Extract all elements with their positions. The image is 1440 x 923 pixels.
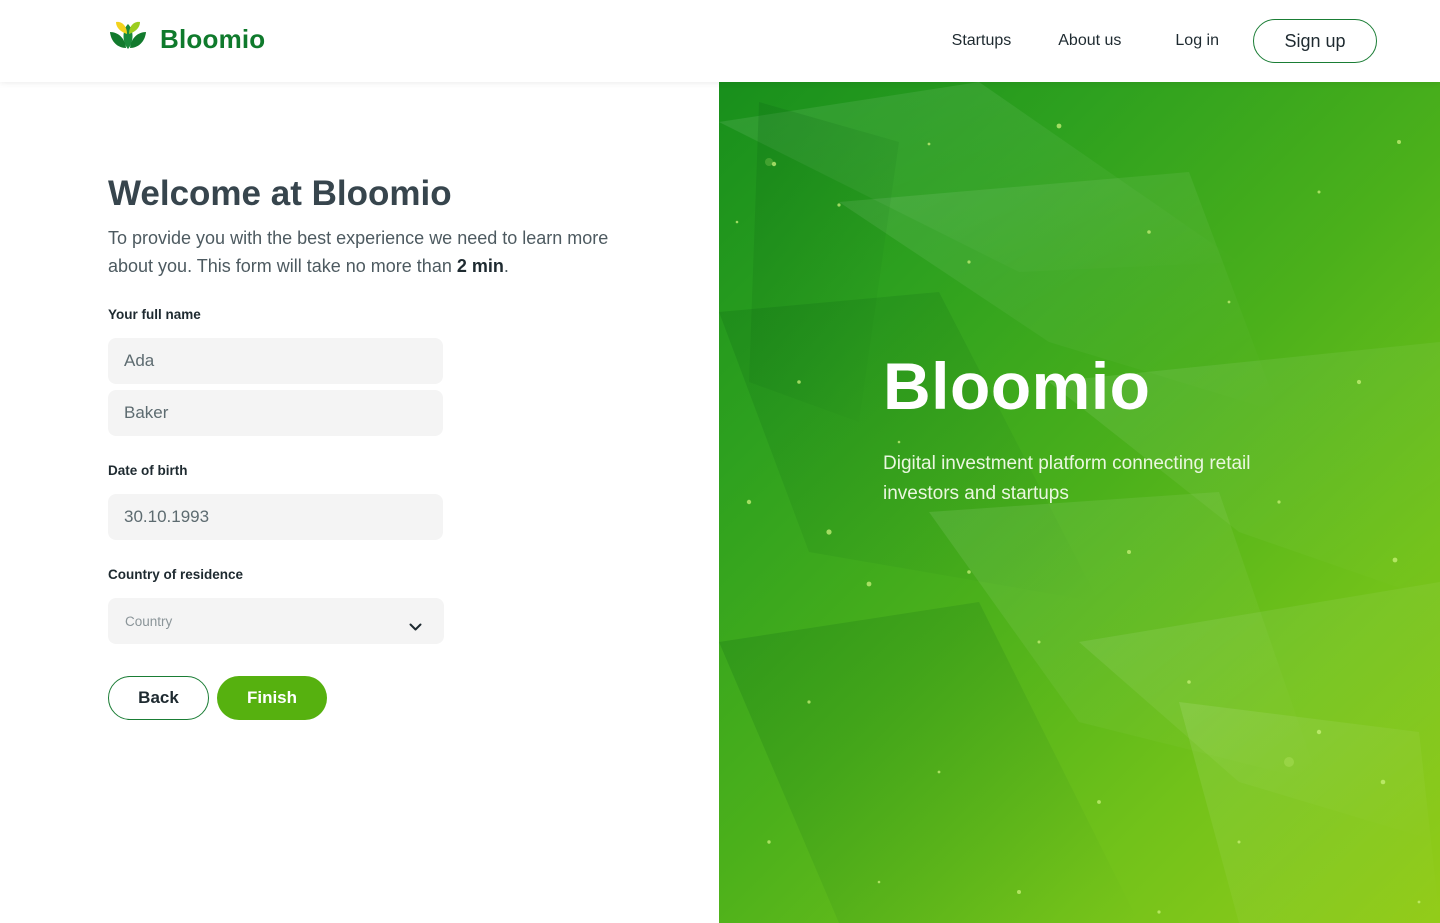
date-of-birth-label: Date of birth — [108, 463, 188, 478]
last-name-input[interactable] — [108, 390, 443, 436]
finish-button[interactable]: Finish — [217, 676, 327, 720]
nav-startups-link[interactable]: Startups — [952, 32, 1012, 50]
subtitle-time: 2 min — [456, 256, 504, 276]
nav-login-link[interactable]: Log in — [1175, 32, 1219, 50]
back-button[interactable]: Back — [108, 676, 209, 720]
brand-name: Bloomio — [160, 23, 266, 54]
hero-panel: Bloomio Digital investment platform conn… — [719, 82, 1440, 923]
form-subtitle: To provide you with the best experience … — [108, 224, 638, 280]
date-of-birth-input[interactable] — [108, 494, 443, 540]
hero-title: Bloomio — [883, 349, 1151, 423]
signup-button[interactable]: Sign up — [1253, 19, 1377, 63]
subtitle-end: . — [503, 256, 509, 276]
subtitle-text: To provide you with the best experience … — [108, 228, 609, 276]
chevron-down-icon — [409, 623, 422, 631]
first-name-input[interactable] — [108, 338, 443, 384]
page-title: Welcome at Bloomio — [108, 174, 452, 213]
country-select[interactable]: Country — [108, 598, 444, 644]
brand-logo[interactable]: Bloomio — [108, 20, 265, 58]
nav-about-link[interactable]: About us — [1058, 32, 1121, 50]
leaf-logo-icon — [108, 18, 148, 61]
full-name-label: Your full name — [108, 307, 201, 322]
top-navbar: Bloomio Startups About us Log in Sign up — [0, 0, 1440, 82]
hero-subtitle: Digital investment platform connecting r… — [883, 453, 1251, 504]
main-nav: Startups About us Log in Sign up — [952, 0, 1377, 82]
country-placeholder: Country — [125, 613, 173, 629]
country-label: Country of residence — [108, 567, 244, 582]
